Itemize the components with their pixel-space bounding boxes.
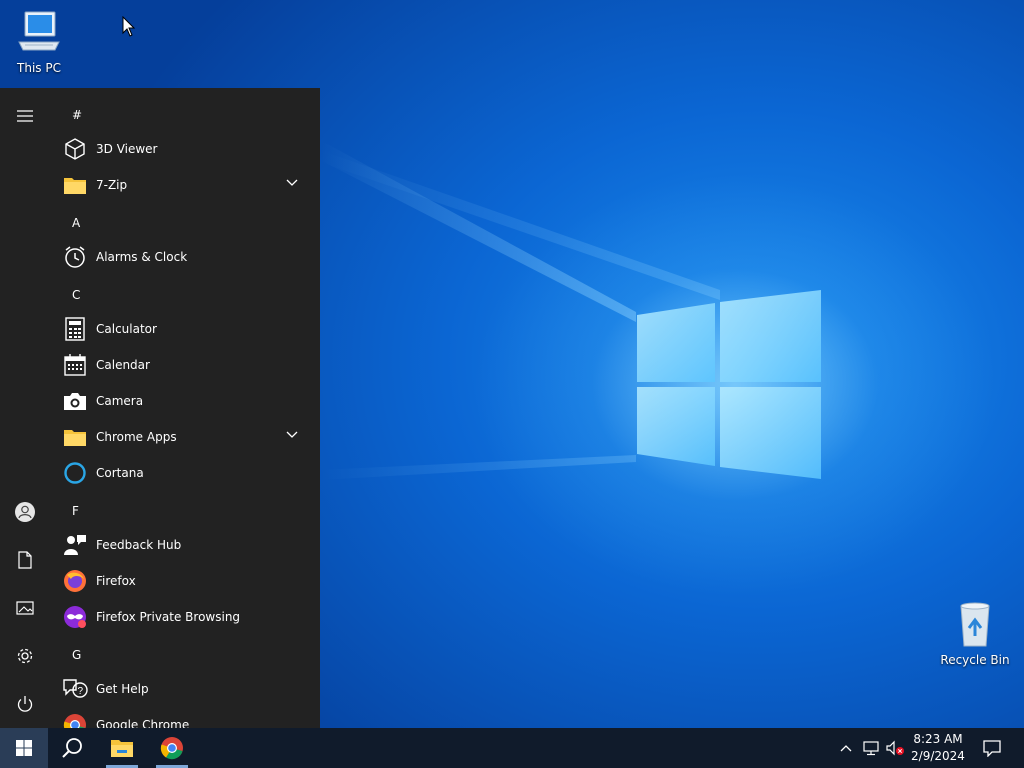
3d-viewer-icon bbox=[65, 138, 85, 160]
search-button[interactable] bbox=[48, 728, 96, 768]
start-button[interactable] bbox=[0, 728, 48, 768]
computer-icon bbox=[18, 11, 60, 51]
recycle-bin-icon bbox=[960, 602, 990, 647]
app-list: # 3D Viewer 7-Zip A Alarms & Clock C Cal… bbox=[56, 88, 320, 728]
app-label: Get Help bbox=[96, 682, 149, 696]
app-label: 7-Zip bbox=[96, 178, 128, 192]
windows-logo-wallpaper bbox=[637, 290, 821, 479]
group-header-g[interactable]: G bbox=[72, 648, 81, 662]
app-chrome-apps-folder[interactable]: Chrome Apps bbox=[56, 419, 310, 455]
group-header-a[interactable]: A bbox=[72, 216, 80, 230]
app-label: Alarms & Clock bbox=[96, 250, 188, 264]
app-cortana[interactable]: Cortana bbox=[56, 455, 310, 491]
app-firefox-private-browsing[interactable]: Firefox Private Browsing bbox=[56, 599, 310, 635]
app-calculator[interactable]: Calculator bbox=[56, 311, 310, 347]
calculator-icon bbox=[65, 317, 85, 341]
chevron-up-icon bbox=[840, 745, 852, 752]
app-label: Chrome Apps bbox=[96, 430, 177, 444]
network-icon bbox=[863, 741, 879, 756]
app-label: Google Chrome bbox=[96, 718, 190, 728]
chevron-down-icon[interactable] bbox=[286, 179, 298, 187]
app-7zip-folder[interactable]: 7-Zip bbox=[56, 167, 310, 203]
expand-menu-button[interactable] bbox=[9, 100, 41, 132]
power-icon bbox=[17, 696, 33, 712]
file-explorer-button[interactable] bbox=[98, 728, 146, 768]
app-label: Cortana bbox=[96, 466, 144, 480]
user-account-icon bbox=[15, 502, 35, 522]
settings-gear-icon bbox=[17, 648, 33, 664]
app-label: Calculator bbox=[96, 322, 157, 336]
pictures-icon bbox=[16, 601, 34, 615]
search-icon bbox=[62, 738, 82, 758]
app-camera[interactable]: Camera bbox=[56, 383, 310, 419]
chrome-icon bbox=[63, 714, 86, 728]
app-calendar[interactable]: Calendar bbox=[56, 347, 310, 383]
app-alarms-clock[interactable]: Alarms & Clock bbox=[56, 239, 310, 275]
chrome-taskbar-button[interactable] bbox=[148, 728, 196, 768]
clock-date: 2/9/2024 bbox=[911, 749, 965, 763]
settings-button[interactable] bbox=[9, 640, 41, 672]
taskbar: 8:23 AM 2/9/2024 bbox=[0, 728, 1024, 768]
svg-text:?: ? bbox=[78, 686, 84, 697]
this-pc-desktop-icon[interactable]: This PC bbox=[1, 8, 77, 75]
clock-time: 8:23 AM bbox=[913, 732, 963, 746]
app-label: Firefox bbox=[96, 574, 136, 588]
cortana-icon bbox=[64, 462, 86, 484]
calendar-icon bbox=[64, 354, 86, 376]
folder-icon bbox=[64, 430, 86, 446]
clock[interactable]: 8:23 AM 2/9/2024 bbox=[906, 731, 970, 765]
app-feedback-hub[interactable]: Feedback Hub bbox=[56, 527, 310, 563]
group-header-c[interactable]: C bbox=[72, 288, 80, 302]
app-label: Firefox Private Browsing bbox=[96, 610, 241, 624]
firefox-icon bbox=[64, 570, 86, 592]
group-header-f[interactable]: F bbox=[72, 504, 79, 518]
this-pc-label: This PC bbox=[17, 61, 61, 75]
app-3d-viewer[interactable]: 3D Viewer bbox=[56, 131, 310, 167]
volume-tray-button[interactable] bbox=[884, 736, 906, 760]
recycle-bin-desktop-icon[interactable]: Recycle Bin bbox=[937, 600, 1013, 667]
app-google-chrome[interactable]: Google Chrome bbox=[56, 707, 310, 728]
folder-icon bbox=[64, 178, 86, 194]
notification-icon bbox=[983, 740, 1001, 757]
start-menu: # 3D Viewer 7-Zip A Alarms & Clock C Cal… bbox=[0, 88, 320, 728]
pictures-button[interactable] bbox=[9, 592, 41, 624]
power-button[interactable] bbox=[9, 688, 41, 720]
alarm-clock-icon bbox=[65, 246, 85, 268]
feedback-hub-icon bbox=[64, 535, 86, 555]
start-menu-rail bbox=[0, 88, 50, 728]
firefox-private-icon bbox=[64, 606, 86, 628]
documents-button[interactable] bbox=[9, 544, 41, 576]
action-center-button[interactable] bbox=[974, 728, 1010, 768]
recycle-bin-label: Recycle Bin bbox=[940, 653, 1010, 667]
file-explorer-icon bbox=[111, 740, 133, 757]
app-label: Calendar bbox=[96, 358, 150, 372]
app-label: Feedback Hub bbox=[96, 538, 182, 552]
app-firefox[interactable]: Firefox bbox=[56, 563, 310, 599]
camera-icon bbox=[64, 393, 86, 410]
user-account-button[interactable] bbox=[9, 496, 41, 528]
chrome-icon bbox=[160, 737, 183, 760]
app-get-help[interactable]: ? Get Help bbox=[56, 671, 310, 707]
group-header-hash[interactable]: # bbox=[72, 108, 82, 122]
volume-muted-icon bbox=[886, 740, 904, 756]
app-label: 3D Viewer bbox=[96, 142, 158, 156]
get-help-icon: ? bbox=[63, 679, 88, 698]
chevron-down-icon[interactable] bbox=[286, 431, 298, 439]
app-label: Camera bbox=[96, 394, 144, 408]
mouse-cursor-icon bbox=[122, 16, 136, 37]
show-hidden-icons-button[interactable] bbox=[836, 736, 856, 760]
hamburger-menu-icon bbox=[17, 110, 33, 122]
network-tray-button[interactable] bbox=[860, 736, 882, 760]
windows-start-icon bbox=[16, 740, 32, 756]
documents-icon bbox=[18, 551, 32, 569]
